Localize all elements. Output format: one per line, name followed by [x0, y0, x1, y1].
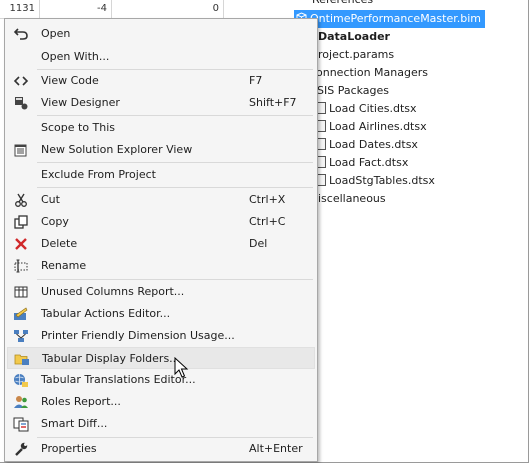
menu-item-printer-friendly-dimension-usage[interactable]: Printer Friendly Dimension Usage... — [7, 325, 315, 347]
tree-item-project[interactable]: DataLoader — [318, 28, 390, 46]
tree-item-label: OntimePerformanceMaster.bim — [310, 12, 481, 25]
tree-item-package[interactable]: Load Dates.dtsx — [316, 136, 418, 154]
menu-item-delete[interactable]: Delete Del — [7, 233, 315, 255]
wrench-icon — [13, 441, 29, 457]
designer-icon — [13, 95, 29, 111]
menu-item-cut[interactable]: Cut Ctrl+X — [7, 189, 315, 211]
tree-item-package[interactable]: Load Cities.dtsx — [316, 100, 417, 118]
mouse-pointer-icon — [174, 356, 190, 379]
tree-item-label: Load Airlines.dtsx — [329, 120, 427, 133]
menu-item-view-code[interactable]: View Code F7 — [7, 70, 315, 92]
menu-item-exclude-from-project[interactable]: Exclude From Project — [7, 164, 315, 186]
tree-item-label: LoadStgTables.dtsx — [329, 174, 435, 187]
menu-item-roles-report[interactable]: Roles Report... — [7, 391, 315, 413]
roles-report-icon — [13, 394, 29, 410]
menu-item-label: View Code — [41, 74, 99, 87]
grid-cell[interactable]: -4 — [40, 0, 112, 18]
grid-cell[interactable]: 0 — [112, 0, 224, 18]
menu-item-label: Smart Diff... — [41, 417, 108, 430]
menu-separator — [37, 279, 313, 280]
tree-item-bim-selected[interactable]: OntimePerformanceMaster.bim — [294, 10, 485, 28]
tree-item-label: Load Dates.dtsx — [329, 138, 418, 151]
menu-item-shortcut: Shift+F7 — [249, 96, 297, 109]
menu-item-shortcut: Alt+Enter — [249, 442, 303, 455]
menu-item-tabular-actions-editor[interactable]: Tabular Actions Editor... — [7, 303, 315, 325]
grid-cell[interactable]: 1131 — [0, 0, 40, 18]
tree-item-package[interactable]: Load Fact.dtsx — [316, 154, 408, 172]
menu-separator — [37, 187, 313, 188]
menu-item-label: Exclude From Project — [41, 168, 156, 181]
tree-item-ssis-packages[interactable]: SIS Packages — [317, 82, 389, 100]
menu-item-open[interactable]: Open — [7, 23, 315, 45]
menu-item-open-with[interactable]: Open With... — [7, 46, 315, 68]
tree-item-connection-managers[interactable]: onnection Managers — [316, 64, 428, 82]
menu-item-label: Printer Friendly Dimension Usage... — [41, 329, 235, 342]
menu-item-label: Tabular Actions Editor... — [41, 307, 171, 320]
menu-item-label: Rename — [41, 259, 87, 272]
menu-item-label: Open With... — [41, 50, 110, 63]
menu-item-copy[interactable]: Copy Ctrl+C — [7, 211, 315, 233]
translations-icon — [13, 372, 29, 388]
grid-row: 1131 -4 0 — [0, 0, 244, 19]
tree-item-project-params[interactable]: roject.params — [318, 46, 394, 64]
report-columns-icon — [13, 284, 29, 300]
menu-separator — [37, 162, 313, 163]
copy-icon — [13, 214, 29, 230]
solution-explorer-icon — [13, 142, 29, 158]
menu-item-tabular-display-folders[interactable]: Tabular Display Folders... — [7, 347, 315, 369]
menu-item-shortcut: Ctrl+C — [249, 215, 286, 228]
menu-separator — [37, 115, 313, 116]
code-brackets-icon — [13, 73, 29, 89]
menu-item-rename[interactable]: Rename — [7, 255, 315, 277]
menu-item-label: Cut — [41, 193, 60, 206]
smart-diff-icon — [13, 416, 29, 432]
actions-editor-icon — [13, 306, 29, 322]
menu-item-new-solution-explorer-view[interactable]: New Solution Explorer View — [7, 139, 315, 161]
menu-item-label: View Designer — [41, 96, 120, 109]
display-folders-icon — [14, 351, 30, 367]
menu-item-tabular-translations-editor[interactable]: Tabular Translations Editor... — [7, 369, 315, 391]
menu-item-label: Tabular Display Folders... — [42, 352, 180, 365]
delete-x-icon — [13, 236, 29, 252]
tree-item-package[interactable]: LoadStgTables.dtsx — [316, 172, 435, 190]
menu-item-label: Scope to This — [41, 121, 116, 134]
tree-item-miscellaneous[interactable]: iscellaneous — [318, 190, 386, 208]
dimension-usage-icon — [13, 328, 29, 344]
menu-item-properties[interactable]: Properties Alt+Enter — [7, 438, 315, 460]
menu-item-scope-to-this[interactable]: Scope to This — [7, 117, 315, 139]
menu-item-label: Delete — [41, 237, 78, 250]
menu-item-smart-diff[interactable]: Smart Diff... — [7, 413, 315, 435]
menu-item-unused-columns-report[interactable]: Unused Columns Report... — [7, 281, 315, 303]
tree-item-references[interactable]: References — [312, 0, 373, 9]
menu-item-label: Tabular Translations Editor... — [41, 373, 196, 386]
menu-item-shortcut: F7 — [249, 74, 263, 87]
menu-item-label: Unused Columns Report... — [41, 285, 185, 298]
rename-icon — [13, 258, 29, 274]
menu-item-view-designer[interactable]: View Designer Shift+F7 — [7, 92, 315, 114]
menu-item-label: Properties — [41, 442, 97, 455]
menu-item-label: Roles Report... — [41, 395, 121, 408]
tree-item-label: Load Cities.dtsx — [329, 102, 417, 115]
scissors-icon — [13, 192, 29, 208]
tree-item-label: Load Fact.dtsx — [329, 156, 409, 169]
undo-arrow-icon — [13, 26, 29, 42]
menu-item-shortcut: Del — [249, 237, 268, 250]
context-menu: Open Open With... View Code F7 View Desi… — [4, 18, 318, 462]
menu-item-shortcut: Ctrl+X — [249, 193, 286, 206]
menu-item-label: Open — [41, 27, 71, 40]
tree-item-package[interactable]: Load Airlines.dtsx — [316, 118, 427, 136]
menu-item-label: Copy — [41, 215, 69, 228]
menu-item-label: New Solution Explorer View — [41, 143, 193, 156]
